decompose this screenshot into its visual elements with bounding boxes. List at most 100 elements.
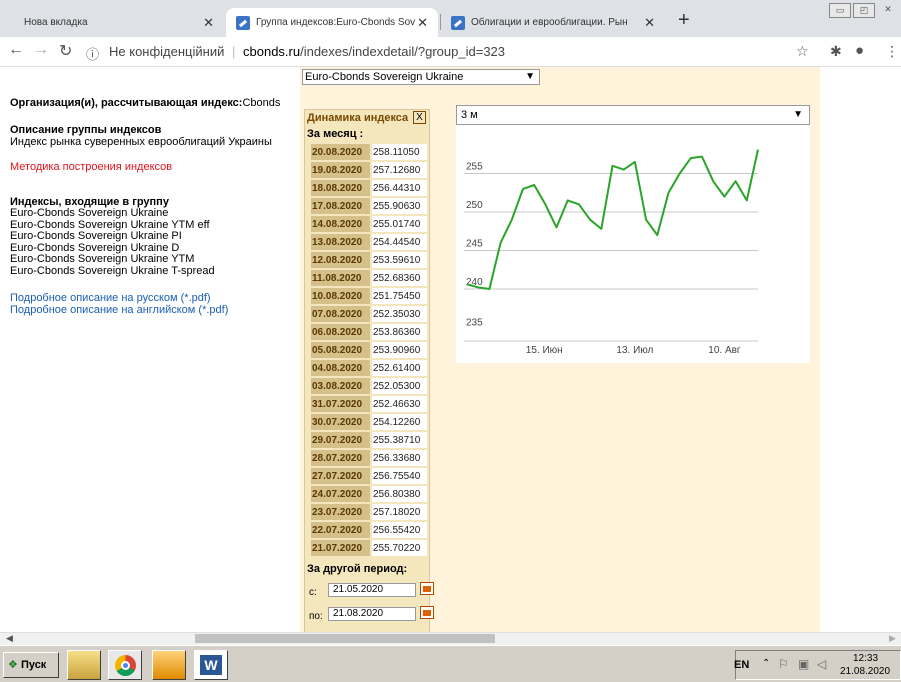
- calendar-icon[interactable]: [420, 582, 434, 595]
- menu-icon[interactable]: ⋮: [885, 43, 899, 60]
- index-line-chart: 24024525025523515. Июн 13. Июл 10. Авг: [464, 149, 759, 356]
- forward-arrow-icon[interactable]: →: [33, 41, 49, 59]
- row-date: 12.08.2020: [311, 252, 370, 268]
- tab-bonds[interactable]: Облигации и еврооблигации. Рын ✕: [441, 8, 665, 37]
- index-item[interactable]: Euro-Cbonds Sovereign Ukraine YTM: [10, 253, 295, 266]
- file-explorer-icon[interactable]: [67, 650, 101, 680]
- flag-icon[interactable]: ⚐: [778, 657, 789, 671]
- x-tick-label: 13. Июл: [616, 345, 653, 356]
- back-arrow-icon[interactable]: ←: [8, 41, 24, 59]
- word-icon[interactable]: W: [194, 650, 228, 680]
- close-icon[interactable]: ✕: [203, 15, 214, 31]
- y-tick-label: 250: [466, 200, 483, 211]
- row-value: 252.46630: [372, 396, 427, 412]
- date-to-input[interactable]: 21.08.2020: [328, 607, 416, 621]
- row-date: 19.08.2020: [311, 162, 370, 178]
- row-date: 04.08.2020: [311, 360, 370, 376]
- outlook-icon[interactable]: [152, 650, 186, 680]
- y-tick-label: 235: [466, 317, 483, 328]
- tab-cbonds-group[interactable]: Группа индексов:Euro-Cbonds Sov ✕: [226, 8, 438, 37]
- info-icon[interactable]: ⓘ: [86, 44, 99, 63]
- start-button[interactable]: ❖ Пуск: [3, 652, 59, 678]
- index-item[interactable]: Euro-Cbonds Sovereign Ukraine T-spread: [10, 265, 295, 278]
- close-icon[interactable]: ✕: [644, 15, 655, 31]
- group-select-value: Euro-Cbonds Sovereign Ukraine: [305, 71, 464, 83]
- url-field[interactable]: Не конфіденційний | cbonds.ru/indexes/in…: [109, 44, 505, 59]
- clock-date[interactable]: 21.08.2020: [840, 666, 890, 677]
- network-icon[interactable]: ▣: [798, 657, 809, 671]
- table-row: 20.08.2020 258.11050: [311, 144, 427, 160]
- row-value: 256.33680: [372, 450, 427, 466]
- minimize-icon[interactable]: ▭: [829, 3, 851, 18]
- row-date: 14.08.2020: [311, 216, 370, 232]
- month-label: За месяц :: [307, 128, 364, 140]
- row-value: 252.68360: [372, 270, 427, 286]
- new-tab-button[interactable]: +: [678, 9, 690, 32]
- group-select[interactable]: Euro-Cbonds Sovereign Ukraine ▼: [302, 69, 540, 85]
- table-row: 11.08.2020 252.68360: [311, 270, 427, 286]
- row-date: 29.07.2020: [311, 432, 370, 448]
- chevron-down-icon: ▼: [793, 109, 803, 120]
- row-date: 31.07.2020: [311, 396, 370, 412]
- row-date: 06.08.2020: [311, 324, 370, 340]
- scrollbar-thumb[interactable]: [195, 634, 495, 643]
- table-row: 07.08.2020 252.35030: [311, 306, 427, 322]
- tab-title: Облигации и еврооблигации. Рын: [471, 17, 628, 28]
- start-label: Пуск: [20, 659, 47, 671]
- org-value: Cbonds: [242, 97, 281, 109]
- row-value: 256.55420: [372, 522, 427, 538]
- row-date: 18.08.2020: [311, 180, 370, 196]
- star-icon[interactable]: ☆: [796, 43, 809, 60]
- table-row: 24.07.2020 256.80380: [311, 486, 427, 502]
- row-date: 22.07.2020: [311, 522, 370, 538]
- volume-icon[interactable]: ◁: [817, 657, 826, 671]
- pdf-en-link[interactable]: Подробное описание на английском (*.pdf): [10, 304, 295, 317]
- index-item[interactable]: Euro-Cbonds Sovereign Ukraine: [10, 207, 295, 220]
- table-row: 18.08.2020 256.44310: [311, 180, 427, 196]
- calendar-icon[interactable]: [420, 606, 434, 619]
- row-value: 257.12680: [372, 162, 427, 178]
- extensions-icon[interactable]: ✱: [830, 43, 842, 60]
- windows-logo-icon: ❖: [8, 659, 18, 671]
- period-select[interactable]: 3 м ▼: [456, 105, 810, 125]
- tab-new[interactable]: Нова вкладка ✕: [14, 8, 224, 37]
- date-from-input[interactable]: 21.05.2020: [328, 583, 416, 597]
- x-tick-label: 10. Авг: [708, 345, 741, 356]
- row-value: 256.80380: [372, 486, 427, 502]
- row-value: 252.61400: [372, 360, 427, 376]
- other-period-label: За другой период:: [307, 563, 408, 575]
- cbonds-favicon-icon: [451, 15, 465, 30]
- chrome-icon[interactable]: [108, 650, 142, 680]
- indices-list: Euro-Cbonds Sovereign Ukraine Euro-Cbond…: [10, 207, 295, 278]
- row-value: 253.90960: [372, 342, 427, 358]
- scroll-right-icon[interactable]: ▶: [889, 633, 896, 644]
- chevron-up-icon[interactable]: ⌃: [762, 658, 770, 669]
- table-row: 06.08.2020 253.86360: [311, 324, 427, 340]
- language-indicator[interactable]: EN: [734, 659, 749, 671]
- period-select-value: 3 м: [461, 109, 478, 121]
- index-item[interactable]: Euro-Cbonds Sovereign Ukraine PI: [10, 230, 295, 243]
- close-icon[interactable]: X: [413, 111, 426, 124]
- table-row: 04.08.2020 252.61400: [311, 360, 427, 376]
- row-value: 255.70220: [372, 540, 427, 556]
- method-link[interactable]: Методика построения индексов: [10, 161, 295, 173]
- clock-time[interactable]: 12:33: [853, 653, 878, 664]
- row-value: 257.18020: [372, 504, 427, 520]
- reload-icon[interactable]: ↻: [59, 41, 72, 61]
- table-row: 22.07.2020 256.55420: [311, 522, 427, 538]
- row-value: 258.11050: [372, 144, 427, 160]
- row-date: 30.07.2020: [311, 414, 370, 430]
- row-date: 07.08.2020: [311, 306, 370, 322]
- scroll-left-icon[interactable]: ◀: [6, 633, 13, 644]
- table-row: 03.08.2020 252.05300: [311, 378, 427, 394]
- profile-icon[interactable]: ●: [855, 42, 864, 59]
- restore-icon[interactable]: ◰: [853, 3, 875, 18]
- close-window-icon[interactable]: ✕: [877, 3, 899, 18]
- series-line: [466, 149, 759, 290]
- address-bar: ← → ↻ ⓘ Не конфіденційний | cbonds.ru/in…: [0, 37, 901, 67]
- vertical-scrollbar[interactable]: [893, 67, 901, 632]
- close-icon[interactable]: ✕: [417, 15, 428, 31]
- table-row: 05.08.2020 253.90960: [311, 342, 427, 358]
- pdf-ru-link[interactable]: Подробное описание на русском (*.pdf): [10, 292, 295, 305]
- row-value: 256.44310: [372, 180, 427, 196]
